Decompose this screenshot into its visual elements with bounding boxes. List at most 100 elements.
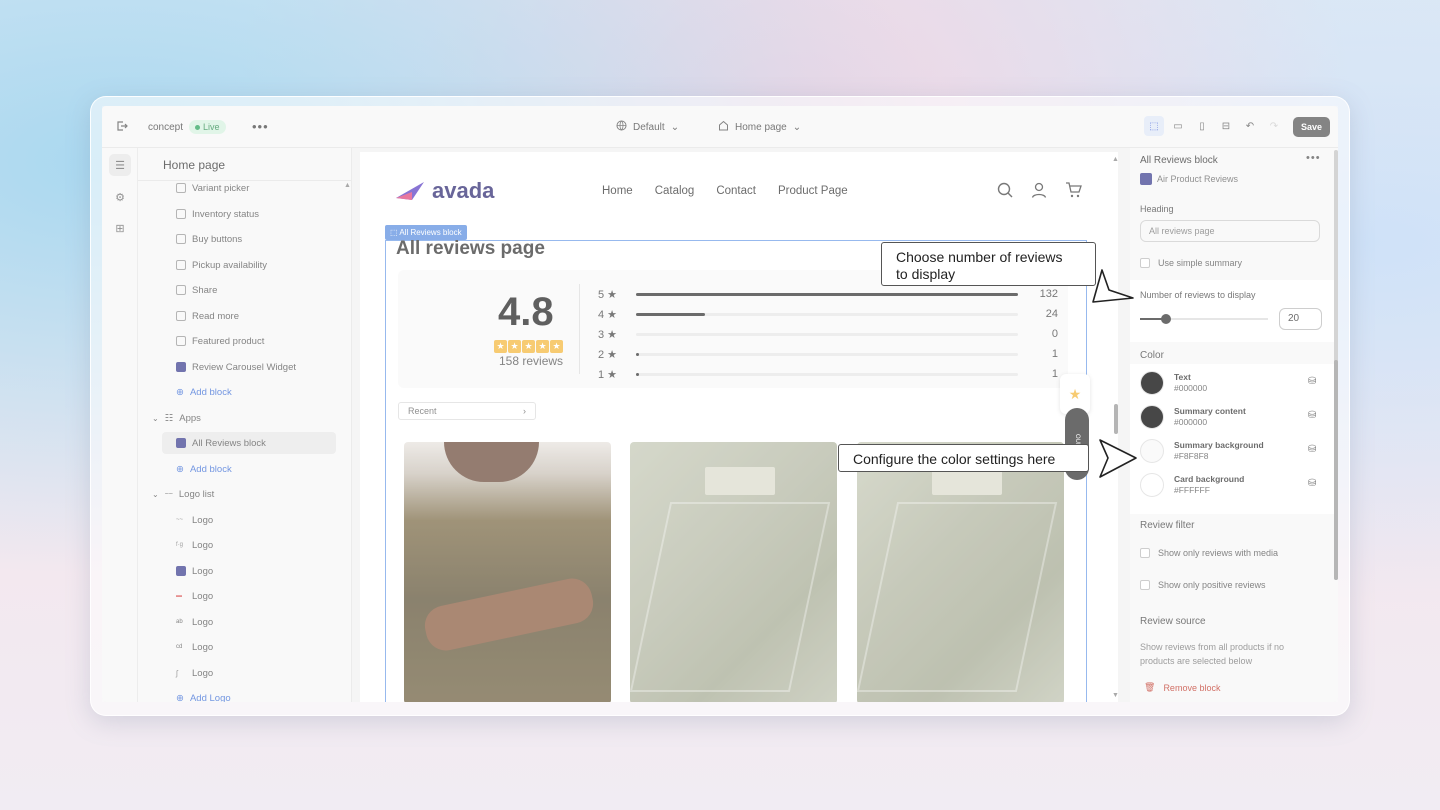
sidebar-item-all-reviews-block[interactable]: All Reviews block	[162, 432, 336, 454]
num-reviews-slider[interactable]	[1140, 314, 1268, 324]
num-reviews-input[interactable]: 20	[1279, 308, 1322, 330]
rating-count: 24	[1045, 308, 1058, 320]
sidebar-item-read-more[interactable]: Read more	[176, 305, 239, 327]
scroll-thumb[interactable]	[1334, 360, 1338, 580]
checkbox[interactable]	[1140, 548, 1150, 558]
rating-label: 2 ★	[598, 348, 618, 361]
positive-filter-checkbox[interactable]: Show only positive reviews	[1140, 580, 1266, 590]
sidebar-item-variant-picker[interactable]: Variant picker	[176, 177, 249, 199]
sections-icon[interactable]: ☰	[109, 154, 131, 176]
section-apps[interactable]: ⌄ ☷ Apps	[152, 407, 201, 429]
mobile-icon[interactable]: ▯	[1192, 116, 1212, 136]
sidebar-item-review-carousel[interactable]: Review Carousel Widget	[176, 356, 296, 378]
settings-icon[interactable]: ⚙	[109, 186, 131, 208]
search-icon[interactable]	[997, 182, 1013, 203]
exit-icon[interactable]	[116, 120, 128, 132]
store-logo[interactable]: avada	[394, 178, 494, 204]
color-swatch[interactable]	[1140, 439, 1164, 463]
database-icon[interactable]: ⛁	[1308, 376, 1316, 387]
add-block-button[interactable]: ⊕ Add block	[176, 458, 232, 480]
sidebar-item-logo[interactable]: ~~ Logo	[176, 509, 213, 531]
review-photo[interactable]	[857, 442, 1064, 702]
star-icon: ★	[522, 340, 535, 353]
scroll-up-icon[interactable]: ▲	[1112, 156, 1118, 163]
rating-bar-row: 4 ★ 24	[598, 308, 1058, 321]
item-label: Review Carousel Widget	[192, 361, 297, 373]
menu-item-home[interactable]: Home	[602, 185, 633, 197]
add-block-button[interactable]: ⊕ Add block	[176, 381, 232, 403]
color-swatch[interactable]	[1140, 405, 1164, 429]
media-filter-checkbox[interactable]: Show only reviews with media	[1140, 548, 1278, 558]
sidebar-item-logo[interactable]: ʃ Logo	[176, 662, 213, 684]
scroll-up-icon[interactable]: ▲	[344, 182, 351, 189]
sidebar-item-logo[interactable]: Logo	[176, 560, 213, 582]
remove-block-button[interactable]: 🗑 Remove block	[1144, 682, 1220, 693]
checkbox[interactable]	[1140, 258, 1150, 268]
block-icon	[176, 260, 186, 270]
color-swatch[interactable]	[1140, 371, 1164, 395]
sidebar-item-share[interactable]: Share	[176, 279, 217, 301]
rating-bar-track	[636, 292, 1018, 296]
more-icon[interactable]: •••	[1306, 152, 1321, 164]
sidebar-item-logo[interactable]: ab Logo	[176, 611, 213, 633]
undo-icon[interactable]: ↶	[1240, 116, 1260, 136]
color-value: #000000	[1174, 417, 1208, 427]
num-reviews-label: Number of reviews to display	[1140, 290, 1256, 300]
add-logo-button[interactable]: ⊕ Add Logo	[176, 687, 231, 703]
theme-selector[interactable]: Default ⌄	[616, 120, 679, 134]
sidebar-item-pickup-availability[interactable]: Pickup availability	[176, 254, 267, 276]
sidebar-item-featured-product[interactable]: Featured product	[176, 330, 264, 352]
item-label: Logo	[192, 590, 214, 602]
fullscreen-icon[interactable]: ⊟	[1216, 116, 1236, 136]
rating-bar-fill	[636, 312, 706, 316]
settings-scrollbar[interactable]	[1334, 150, 1338, 580]
rating-bar-fill	[636, 372, 639, 376]
redo-icon[interactable]: ↷	[1264, 116, 1284, 136]
item-label: Logo	[192, 565, 214, 577]
main-menu: Home Catalog Contact Product Page	[602, 185, 848, 197]
star-icon: ★	[494, 340, 507, 353]
slider-thumb[interactable]	[1160, 314, 1171, 324]
heading-input[interactable]: All reviews page	[1140, 220, 1320, 242]
save-button[interactable]: Save	[1293, 117, 1330, 137]
sidebar-item-logo[interactable]: ▬ Logo	[176, 585, 213, 607]
checkbox[interactable]	[1140, 580, 1150, 590]
item-label: All Reviews block	[192, 437, 266, 449]
item-label: Read more	[192, 310, 239, 322]
menu-item-catalog[interactable]: Catalog	[655, 185, 695, 197]
review-photo[interactable]	[630, 442, 837, 702]
item-label: Add block	[189, 386, 232, 398]
desktop-icon[interactable]: ▭	[1168, 116, 1188, 136]
rating-bar-row: 2 ★ 1	[598, 348, 1058, 361]
database-icon[interactable]: ⛁	[1308, 444, 1316, 455]
sidebar-item-buy-buttons[interactable]: Buy buttons	[176, 228, 242, 250]
database-icon[interactable]: ⛁	[1308, 478, 1316, 489]
sidebar-item-logo[interactable]: f·g Logo	[176, 534, 213, 556]
scroll-down-icon[interactable]: ▼	[1112, 692, 1118, 699]
section-logo-list[interactable]: ⌄ ~~ Logo list	[152, 483, 214, 505]
sidebar-item-logo[interactable]: cd Logo	[176, 636, 213, 658]
sidebar-item-inventory-status[interactable]: Inventory status	[176, 203, 259, 225]
cart-icon[interactable]	[1065, 182, 1082, 203]
block-icon	[176, 183, 186, 193]
logo-thumb-icon: ʃ	[176, 668, 178, 678]
color-swatch[interactable]	[1140, 473, 1164, 497]
page-selector[interactable]: Home page ⌄	[718, 120, 801, 134]
account-icon[interactable]	[1031, 182, 1047, 203]
database-icon[interactable]: ⛁	[1308, 410, 1316, 421]
canvas-scrollbar[interactable]	[1114, 404, 1118, 434]
simple-summary-checkbox[interactable]: Use simple summary	[1140, 258, 1242, 268]
rating-label: 5 ★	[598, 288, 618, 301]
review-photo[interactable]	[404, 442, 611, 702]
sort-dropdown[interactable]: Recent ›	[398, 402, 536, 420]
rating-bar-row: 5 ★ 132	[598, 288, 1058, 301]
app-name-label: Air Product Reviews	[1157, 174, 1239, 184]
menu-item-product-page[interactable]: Product Page	[778, 185, 848, 197]
inspector-icon[interactable]: ⬚	[1144, 116, 1164, 136]
more-icon[interactable]: •••	[252, 119, 269, 134]
item-label: Variant picker	[192, 182, 250, 194]
menu-item-contact[interactable]: Contact	[716, 185, 756, 197]
item-label: Inventory status	[192, 208, 260, 220]
block-icon	[176, 234, 186, 244]
apps-icon[interactable]: ⊞	[109, 217, 131, 239]
